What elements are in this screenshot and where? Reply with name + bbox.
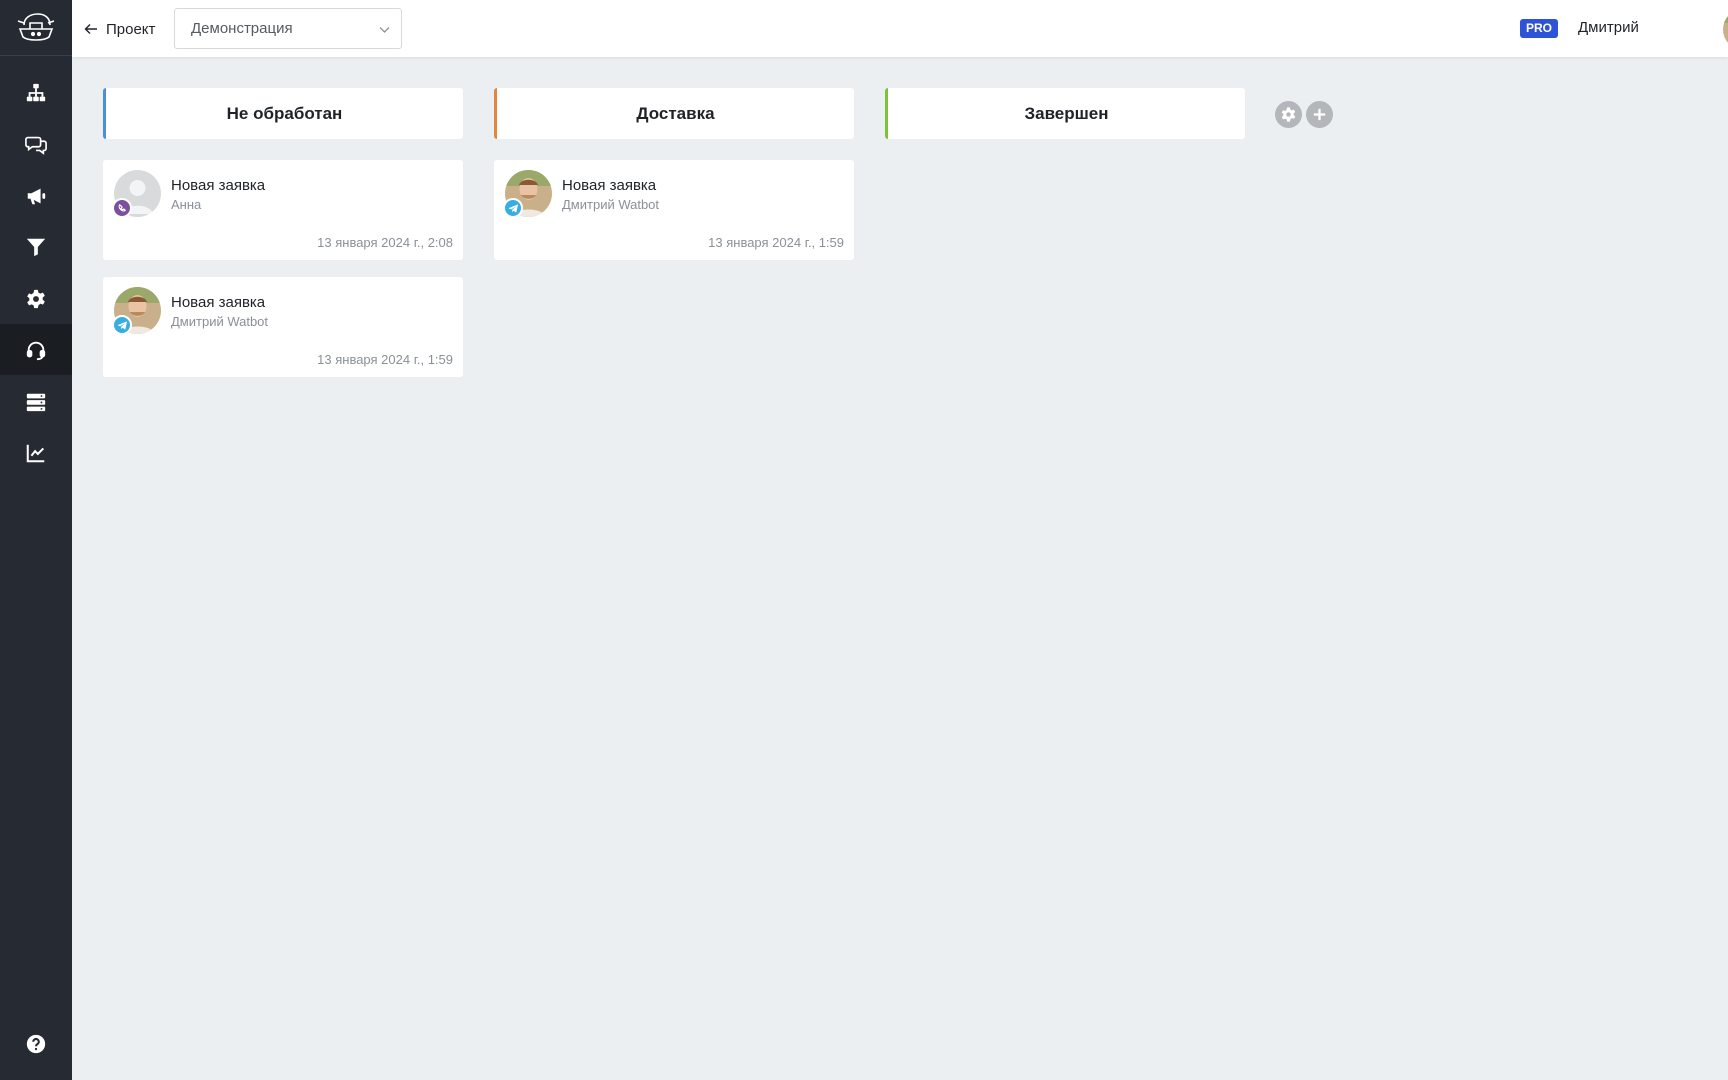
- app-logo[interactable]: [0, 0, 72, 56]
- column-tools: [1275, 101, 1333, 128]
- user-photo-icon: [1723, 9, 1728, 50]
- column-title: Доставка: [636, 103, 715, 123]
- nav-funnels[interactable]: [0, 221, 72, 272]
- user-avatar[interactable]: [1723, 9, 1728, 50]
- card-contact-name: Дмитрий Watbot: [562, 197, 660, 212]
- nav-chats[interactable]: [0, 118, 72, 169]
- card-date: 13 января 2024 г., 1:59: [317, 352, 453, 367]
- nav-broadcasts[interactable]: [0, 170, 72, 221]
- nav-settings[interactable]: [0, 273, 72, 324]
- user-name[interactable]: Дмитрий: [1578, 19, 1639, 36]
- card-date: 13 января 2024 г., 1:59: [708, 235, 844, 250]
- arrow-left-icon: [84, 24, 97, 34]
- card-title: Новая заявка: [171, 294, 266, 311]
- megaphone-icon: [27, 188, 46, 204]
- back-to-project-link[interactable]: Проект: [84, 17, 155, 41]
- gear-icon: [27, 289, 45, 308]
- column-title: Завершен: [1024, 103, 1109, 123]
- chat-bubbles-icon: [25, 136, 47, 155]
- deal-card[interactable]: Новая заявка Дмитрий Watbot 13 января 20…: [494, 160, 854, 260]
- telegram-icon: [112, 315, 132, 335]
- nav-database[interactable]: [0, 376, 72, 427]
- sitemap-icon: [26, 83, 46, 101]
- project-select[interactable]: Демонстрация: [174, 8, 402, 49]
- nav-analytics[interactable]: [0, 427, 72, 478]
- card-contact-name: Дмитрий Watbot: [171, 314, 269, 329]
- back-label: Проект: [106, 20, 156, 38]
- project-select-value: Демонстрация: [191, 20, 293, 37]
- database-icon: [26, 393, 46, 411]
- deal-card[interactable]: Новая заявка Анна 13 января 2024 г., 2:0…: [103, 160, 463, 260]
- columns-settings-button[interactable]: [1275, 101, 1302, 128]
- plus-icon: [1313, 108, 1326, 121]
- headset-icon: [26, 341, 46, 360]
- column-header-done[interactable]: Завершен: [885, 88, 1245, 139]
- viber-icon: [112, 198, 132, 218]
- column-header-delivery[interactable]: Доставка: [494, 88, 854, 139]
- card-contact-name: Анна: [171, 197, 202, 212]
- card-title: Новая заявка: [562, 177, 657, 194]
- logo-icon: [17, 12, 55, 41]
- telegram-icon: [503, 198, 523, 218]
- top-header: Проект Демонстрация PRO Дмитрий: [72, 0, 1728, 57]
- nav-help[interactable]: [0, 1018, 72, 1069]
- sidebar: [0, 0, 72, 1080]
- chevron-down-icon: [379, 27, 390, 33]
- gear-icon: [1281, 107, 1296, 122]
- nav-scenarios[interactable]: [0, 67, 72, 118]
- chart-line-icon: [26, 444, 45, 462]
- column-header-unprocessed[interactable]: Не обработан: [103, 88, 463, 139]
- pro-badge: PRO: [1520, 19, 1559, 38]
- card-date: 13 января 2024 г., 2:08: [317, 235, 453, 250]
- card-title: Новая заявка: [171, 177, 266, 194]
- column-title: Не обработан: [226, 103, 343, 123]
- nav-operator[interactable]: [0, 324, 72, 375]
- add-column-button[interactable]: [1306, 101, 1333, 128]
- filter-icon: [26, 238, 46, 256]
- deal-card[interactable]: Новая заявка Дмитрий Watbot 13 января 20…: [103, 277, 463, 377]
- help-icon: [26, 1034, 46, 1053]
